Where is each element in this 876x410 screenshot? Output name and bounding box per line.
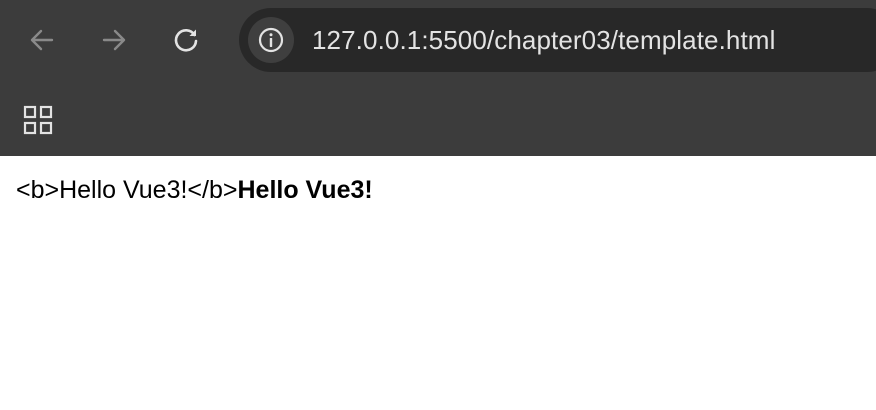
address-bar[interactable]: 127.0.0.1:5500/chapter03/template.html (239, 8, 876, 72)
browser-chrome: 127.0.0.1:5500/chapter03/template.html (0, 0, 876, 156)
apps-button[interactable] (18, 100, 58, 140)
arrow-left-icon (30, 29, 54, 51)
bold-html-text: Hello Vue3! (237, 176, 373, 204)
browser-toolbar: 127.0.0.1:5500/chapter03/template.html (0, 0, 876, 82)
reload-button[interactable] (166, 20, 206, 60)
page-content: <b>Hello Vue3!</b>Hello Vue3! (0, 156, 876, 410)
rendered-output: <b>Hello Vue3!</b>Hello Vue3! (16, 174, 373, 206)
grid-icon (23, 105, 53, 135)
bookmarks-bar (0, 82, 876, 156)
arrow-right-icon (102, 29, 126, 51)
reload-icon (174, 29, 198, 52)
site-info-button[interactable] (248, 17, 294, 63)
info-icon (258, 27, 284, 53)
raw-html-text: <b>Hello Vue3!</b> (16, 176, 238, 204)
forward-button[interactable] (94, 20, 134, 60)
back-button[interactable] (22, 20, 62, 60)
url-text[interactable]: 127.0.0.1:5500/chapter03/template.html (312, 24, 775, 56)
